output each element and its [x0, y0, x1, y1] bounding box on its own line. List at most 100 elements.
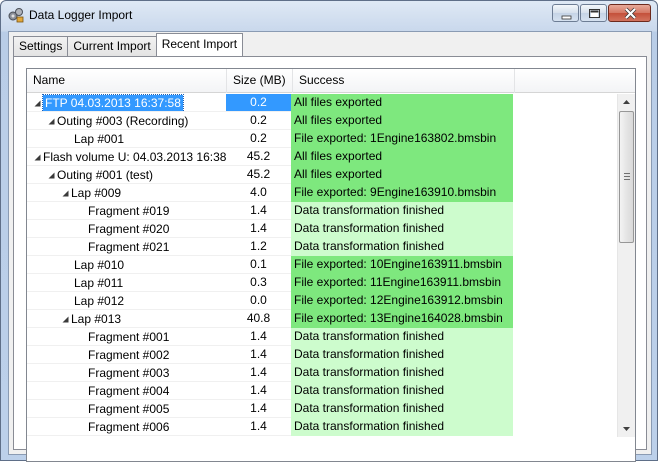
- tree-row[interactable]: Fragment #004 1.4 Data transformation fini…: [27, 382, 617, 400]
- scrollbar-thumb[interactable]: [619, 111, 634, 243]
- tree-row[interactable]: Lap #010 0.1 File exported: 10Engine163911…: [27, 256, 617, 274]
- tree-row-size: 40.8: [226, 310, 291, 328]
- tree-row-size: 1.4: [226, 202, 291, 220]
- tree-row-success: Data transformation finished: [291, 328, 513, 346]
- tree-row[interactable]: Outing #001 (test) 45.2 All files exported: [27, 166, 617, 184]
- column-header-size[interactable]: Size (MB): [227, 69, 293, 93]
- tree-row-size: 1.4: [226, 382, 291, 400]
- tree-row[interactable]: Fragment #020 1.4 Data transformation fini…: [27, 220, 617, 238]
- vertical-scrollbar[interactable]: [617, 94, 635, 437]
- tree-row[interactable]: Lap #009 4.0 File exported: 9Engine163910.…: [27, 184, 617, 202]
- tree-row-name-wrap: Lap #012: [74, 292, 125, 309]
- tree-row[interactable]: Fragment #003 1.4 Data transformation fini…: [27, 364, 617, 382]
- tree-row-name-cell: Fragment #020: [27, 220, 226, 238]
- minimize-button[interactable]: [552, 4, 579, 22]
- tree-row-name: FTP 04.03.2013 16:37:58: [42, 94, 184, 111]
- tree-row[interactable]: Fragment #006 1.4 Data transformation fini…: [27, 418, 617, 436]
- tree-row-name: Flash volume U: 04.03.2013 16:38...: [43, 149, 226, 164]
- expanded-triangle-icon[interactable]: [61, 315, 70, 324]
- tree-row-name: Fragment #021: [88, 239, 170, 254]
- scroll-up-arrow-icon: [623, 100, 630, 104]
- tree-row[interactable]: Fragment #005 1.4 Data transformation fini…: [27, 400, 617, 418]
- expanded-triangle-icon[interactable]: [47, 117, 56, 126]
- tree-row-name: Fragment #003: [88, 365, 170, 380]
- tree-row[interactable]: Flash volume U: 04.03.2013 16:38... 45.2 A…: [27, 148, 617, 166]
- tree-row[interactable]: Fragment #019 1.4 Data transformation fini…: [27, 202, 617, 220]
- scroll-down-button[interactable]: [618, 420, 635, 437]
- tree-row-name-wrap: Fragment #004: [88, 382, 170, 399]
- tab-recent-import[interactable]: Recent Import: [155, 33, 244, 56]
- window-title: Data Logger Import: [29, 8, 133, 22]
- expanded-triangle-icon[interactable]: [61, 189, 70, 198]
- expanded-triangle-icon[interactable]: [47, 171, 56, 180]
- tree-row-size: 1.4: [226, 418, 291, 436]
- scroll-down-arrow-icon: [623, 427, 630, 431]
- tab-strip: Settings Current Import Recent Import: [13, 33, 244, 56]
- tree-row-success: File exported: 11Engine163911.bmsbin: [291, 274, 513, 292]
- tree-row-size: 1.2: [226, 238, 291, 256]
- tree-row-success: Data transformation finished: [291, 400, 513, 418]
- grid-rows: FTP 04.03.2013 16:37:58 0.2 All files expo…: [27, 94, 617, 436]
- tree-row-name-cell: Fragment #019: [27, 202, 226, 220]
- tree-row-name-cell: Outing #003 (Recording): [27, 112, 226, 130]
- tree-row-size: 1.4: [226, 220, 291, 238]
- tree-row-name-wrap: Outing #001 (test): [47, 166, 153, 183]
- tree-row[interactable]: Fragment #021 1.2 Data transformation fini…: [27, 238, 617, 256]
- tree-row[interactable]: Lap #013 40.8 File exported: 13Engine16402…: [27, 310, 617, 328]
- tree-row-name-wrap: Fragment #020: [88, 220, 170, 237]
- column-header-name[interactable]: Name: [27, 69, 227, 93]
- tree-row-name: Fragment #006: [88, 419, 170, 434]
- tree-row-name: Lap #012: [74, 293, 125, 308]
- data-logger-app-icon: [8, 8, 24, 23]
- tree-row-name-cell: Fragment #002: [27, 346, 226, 364]
- tree-row-name: Fragment #004: [88, 383, 170, 398]
- recent-import-panel: Name Size (MB) Success FTP 04.03.2013 16…: [13, 56, 647, 462]
- close-button[interactable]: [608, 4, 651, 22]
- tree-row-name: Lap #011: [74, 275, 124, 290]
- scroll-up-button[interactable]: [618, 94, 635, 111]
- tree-row-size: 45.2: [226, 148, 291, 166]
- tree-row[interactable]: Lap #012 0.0 File exported: 12Engine163912…: [27, 292, 617, 310]
- tree-row-success: Data transformation finished: [291, 364, 513, 382]
- tree-row-name-wrap: Fragment #019: [88, 202, 169, 219]
- tree-row-size: 0.1: [226, 256, 291, 274]
- expanded-triangle-icon[interactable]: [33, 99, 42, 108]
- tree-row-name-wrap: Fragment #006: [88, 418, 170, 435]
- tree-row-name-wrap: Fragment #003: [88, 364, 170, 381]
- tree-row[interactable]: Outing #003 (Recording) 0.2 All files expo…: [27, 112, 617, 130]
- tab-current-import[interactable]: Current Import: [67, 36, 157, 56]
- tree-row-name-wrap: Lap #010: [74, 256, 125, 273]
- tree-row[interactable]: Lap #001 0.2 File exported: 1Engine163802.…: [27, 130, 617, 148]
- expanded-triangle-icon[interactable]: [33, 153, 42, 162]
- tree-row[interactable]: Lap #011 0.3 File exported: 11Engine163911…: [27, 274, 617, 292]
- tree-row-success: Data transformation finished: [291, 382, 513, 400]
- tree-row-name: Fragment #020: [88, 221, 170, 236]
- tree-row-name: Lap #010: [74, 257, 125, 272]
- title-bar[interactable]: Data Logger Import: [1, 1, 657, 30]
- tree-row-name-wrap: Lap #001: [74, 130, 124, 147]
- tree-row-name-cell: Lap #009: [27, 184, 226, 202]
- tree-row-success: File exported: 9Engine163910.bmsbin: [291, 184, 513, 202]
- tree-row-success: Data transformation finished: [291, 238, 513, 256]
- tree-row-success: File exported: 13Engine164028.bmsbin: [291, 310, 513, 328]
- tree-row-size: 0.2: [226, 130, 291, 148]
- grid-header: Name Size (MB) Success: [27, 69, 635, 93]
- tree-row-name-wrap: Fragment #005: [88, 400, 169, 417]
- column-header-success[interactable]: Success: [293, 69, 515, 93]
- tree-row[interactable]: Fragment #002 1.4 Data transformation fini…: [27, 346, 617, 364]
- tree-row-size: 1.4: [226, 328, 291, 346]
- tree-row[interactable]: Fragment #001 1.4 Data transformation fini…: [27, 328, 617, 346]
- tab-settings[interactable]: Settings: [13, 36, 69, 56]
- tree-row-name: Outing #003 (Recording): [57, 113, 189, 128]
- tree-row-success: Data transformation finished: [291, 220, 513, 238]
- tree-row-name-wrap: Lap #013: [61, 310, 121, 327]
- tree-row-size: 0.2: [226, 112, 291, 130]
- tree-row-name-cell: FTP 04.03.2013 16:37:58: [27, 94, 226, 112]
- tree-row[interactable]: FTP 04.03.2013 16:37:58 0.2 All files expo…: [27, 94, 617, 112]
- tree-row-name-cell: Flash volume U: 04.03.2013 16:38...: [27, 148, 226, 166]
- tree-row-size: 45.2: [226, 166, 291, 184]
- import-tree-grid[interactable]: Name Size (MB) Success FTP 04.03.2013 16…: [26, 68, 636, 462]
- maximize-button[interactable]: [580, 4, 607, 22]
- tree-row-name-wrap: Fragment #021: [88, 238, 170, 255]
- tree-row-success: Data transformation finished: [291, 202, 513, 220]
